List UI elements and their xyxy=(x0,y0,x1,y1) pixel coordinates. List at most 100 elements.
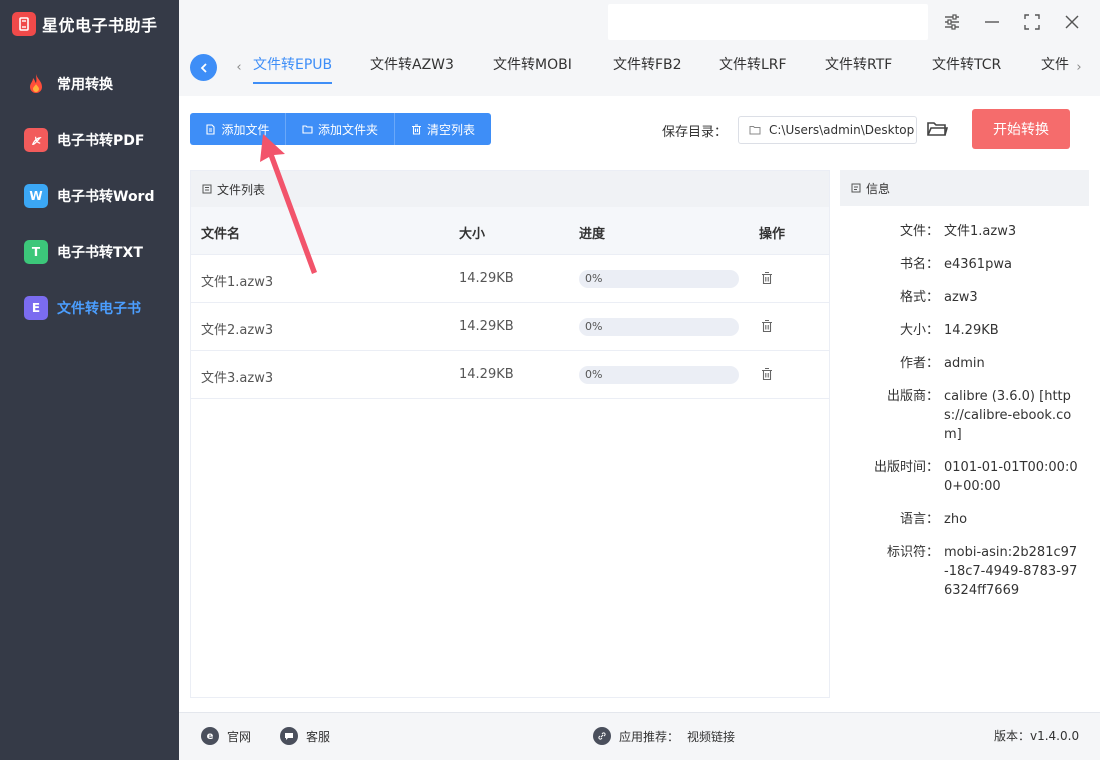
add-folder-button[interactable]: 添加文件夹 xyxy=(286,113,395,145)
format-tabs-row: ‹ 文件转EPUB 文件转AZW3 文件转MOBI 文件转FB2 文件转LRF … xyxy=(179,48,1100,96)
info-card-icon xyxy=(851,183,861,193)
maximize-icon[interactable] xyxy=(1020,10,1044,34)
progress-bar: 0% xyxy=(579,270,739,288)
info-value: azw3 xyxy=(944,290,978,305)
progress-text: 0% xyxy=(585,320,603,333)
column-header-progress: 进度 xyxy=(579,227,606,242)
info-key: 出版商： xyxy=(886,389,939,404)
website-link[interactable]: e 官网 xyxy=(201,727,251,745)
info-value: e4361pwa xyxy=(944,257,1012,272)
clear-list-button[interactable]: 清空列表 xyxy=(395,113,491,145)
file-icon xyxy=(206,123,216,135)
tab-epub[interactable]: 文件转EPUB xyxy=(253,56,333,84)
info-title: 信息 xyxy=(866,181,891,196)
info-row-title: 书名： e4361pwa xyxy=(840,255,1089,274)
sidebar-item-pdf[interactable]: 电子书转PDF xyxy=(0,112,179,168)
website-label: 官网 xyxy=(227,729,252,744)
info-value: mobi-asin:2b281c97-18c7-4949-8783-976324… xyxy=(944,545,1078,598)
version-info: 版本：v1.4.0.0 xyxy=(994,727,1079,744)
file-size: 14.29KB xyxy=(459,271,514,286)
app-logo-icon xyxy=(12,12,36,36)
clear-list-label: 清空列表 xyxy=(426,122,475,137)
tabs-scroll-left-icon[interactable]: ‹ xyxy=(232,58,246,76)
delete-icon[interactable] xyxy=(760,319,774,333)
sidebar-item-file-to-ebook[interactable]: E 文件转电子书 xyxy=(0,280,179,336)
back-button[interactable] xyxy=(190,54,217,81)
info-key: 作者： xyxy=(899,356,939,371)
video-link[interactable]: 视频链接 xyxy=(687,728,735,745)
recommend-label: 应用推荐： xyxy=(619,729,680,744)
info-key: 大小： xyxy=(899,323,939,338)
file-name: 文件1.azw3 xyxy=(201,275,274,290)
table-row[interactable]: 文件2.azw3 14.29KB 0% xyxy=(191,303,829,351)
add-file-button[interactable]: 添加文件 xyxy=(190,113,286,145)
sidebar-nav: 常用转换 电子书转PDF W 电子书转Word T 电子书转TXT E 文件转电… xyxy=(0,56,179,336)
file-list-title: 文件列表 xyxy=(217,182,266,197)
tab-fb2[interactable]: 文件转FB2 xyxy=(613,56,682,84)
start-convert-button[interactable]: 开始转换 xyxy=(972,109,1070,149)
flame-icon xyxy=(24,72,48,96)
info-key: 格式： xyxy=(899,290,939,305)
info-row-identifier: 标识符： mobi-asin:2b281c97-18c7-4949-8783-97… xyxy=(840,543,1089,600)
footer-bar: e 官网 客服 应用推荐： 视频链接 版本：v1.4.0.0 xyxy=(179,712,1100,760)
sidebar-item-label: 电子书转Word xyxy=(57,189,155,205)
info-key: 语言： xyxy=(899,512,939,527)
tab-rtf[interactable]: 文件转RTF xyxy=(825,56,892,84)
save-directory-value: C:\Users\admin\Desktop xyxy=(769,123,915,137)
sidebar-item-common[interactable]: 常用转换 xyxy=(0,56,179,112)
format-tabs: 文件转EPUB 文件转AZW3 文件转MOBI 文件转FB2 文件转LRF 文件… xyxy=(245,48,1075,96)
info-value: 0101-01-01T00:00:00+00:00 xyxy=(944,460,1078,494)
title-search-box[interactable] xyxy=(608,4,928,40)
info-row-author: 作者： admin xyxy=(840,354,1089,373)
info-row-file: 文件： 文件1.azw3 xyxy=(840,222,1089,241)
tabs-scroll-right-icon[interactable]: › xyxy=(1072,58,1086,76)
info-value: zho xyxy=(944,512,968,527)
folder-icon xyxy=(302,124,313,134)
save-directory-field[interactable]: C:\Users\admin\Desktop xyxy=(738,116,917,144)
delete-icon[interactable] xyxy=(760,271,774,285)
info-key: 出版时间： xyxy=(873,460,939,475)
info-list: 文件： 文件1.azw3 书名： e4361pwa 格式： azw3 大小： 14.29… xyxy=(840,222,1089,614)
tab-azw3[interactable]: 文件转AZW3 xyxy=(370,56,454,84)
file-action-buttons: 添加文件 添加文件夹 清空列表 xyxy=(190,113,491,145)
column-header-name: 文件名 xyxy=(201,227,241,242)
sidebar-item-word[interactable]: W 电子书转Word xyxy=(0,168,179,224)
tab-more[interactable]: 文件 xyxy=(1041,56,1069,84)
table-row[interactable]: 文件1.azw3 14.29KB 0% xyxy=(191,255,829,303)
tab-tcr[interactable]: 文件转TCR xyxy=(932,56,1001,84)
app-title: 星优电子书助手 xyxy=(42,16,158,35)
version-text: 版本：v1.4.0.0 xyxy=(994,729,1080,743)
close-icon[interactable] xyxy=(1060,10,1084,34)
info-value: 文件1.azw3 xyxy=(944,224,1017,239)
link-icon xyxy=(593,727,611,745)
minimize-icon[interactable] xyxy=(980,10,1004,34)
info-row-publish-date: 出版时间： 0101-01-01T00:00:00+00:00 xyxy=(840,458,1089,496)
tab-lrf[interactable]: 文件转LRF xyxy=(719,56,787,84)
info-value: 14.29KB xyxy=(944,323,999,338)
info-row-size: 大小： 14.29KB xyxy=(840,321,1089,340)
sidebar-item-txt[interactable]: T 电子书转TXT xyxy=(0,224,179,280)
progress-bar: 0% xyxy=(579,366,739,384)
file-size: 14.29KB xyxy=(459,319,514,334)
delete-icon[interactable] xyxy=(760,367,774,381)
word-icon: W xyxy=(24,184,48,208)
tab-mobi[interactable]: 文件转MOBI xyxy=(493,56,572,84)
info-header: 信息 xyxy=(840,170,1089,206)
customer-service-label: 客服 xyxy=(306,729,331,744)
txt-icon: T xyxy=(24,240,48,264)
chat-bubble-icon xyxy=(280,727,298,745)
chevron-left-icon xyxy=(200,62,207,73)
customer-service-link[interactable]: 客服 xyxy=(280,727,330,745)
file-size: 14.29KB xyxy=(459,367,514,382)
browse-folder-icon[interactable] xyxy=(926,119,948,139)
table-row[interactable]: 文件3.azw3 14.29KB 0% xyxy=(191,351,829,399)
app-recommend[interactable]: 应用推荐： 视频链接 xyxy=(593,727,735,745)
app-brand: 星优电子书助手 xyxy=(12,10,158,38)
info-key: 文件： xyxy=(899,224,939,239)
info-row-publisher: 出版商： calibre (3.6.0) [https://calibre-ebo… xyxy=(840,387,1089,444)
sidebar-item-label: 常用转换 xyxy=(57,77,113,93)
file-name: 文件2.azw3 xyxy=(201,323,274,338)
file-name: 文件3.azw3 xyxy=(201,371,274,386)
info-key: 书名： xyxy=(899,257,939,272)
settings-sliders-icon[interactable] xyxy=(940,10,964,34)
